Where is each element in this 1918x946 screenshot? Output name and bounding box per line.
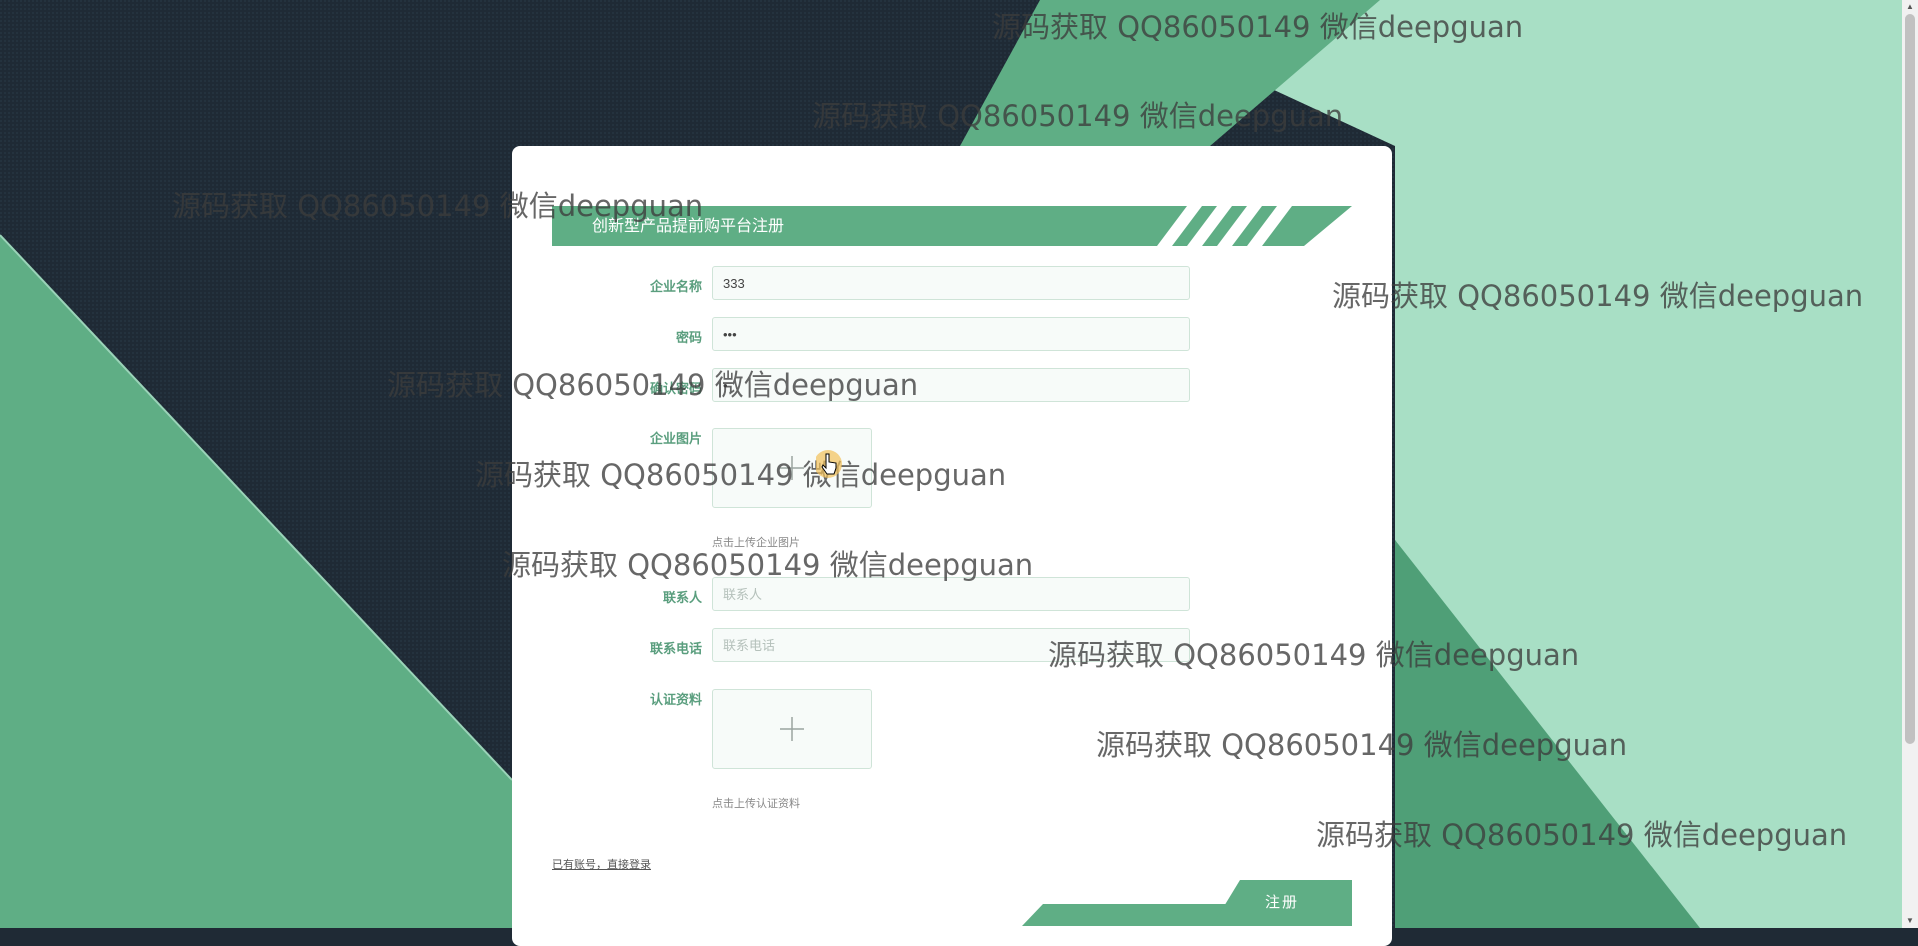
password-label: 密码	[675, 330, 702, 345]
register-card: 创新型产品提前购平台注册 企业名称 333 密码 ••• 确认密码 • 企业图片…	[512, 146, 1392, 946]
phone-label: 联系电话	[649, 641, 702, 656]
register-button-group: 注册	[1022, 880, 1352, 926]
password-input[interactable]: •••	[712, 317, 1190, 351]
scroll-thumb[interactable]	[1905, 14, 1915, 744]
form-title: 创新型产品提前购平台注册	[592, 216, 785, 235]
page-scrollbar[interactable]: ▲ ▼	[1902, 0, 1918, 928]
certification-uploader[interactable]	[712, 689, 872, 769]
scroll-up-arrow-icon[interactable]: ▲	[1902, 0, 1918, 14]
confirm-password-input[interactable]: •	[712, 368, 1190, 402]
confirm-password-label: 确认密码	[649, 381, 702, 396]
plus-icon	[780, 717, 804, 741]
company-name-label: 企业名称	[649, 279, 702, 294]
company-image-label: 企业图片	[649, 431, 702, 446]
company-image-uploader[interactable]	[712, 428, 872, 508]
phone-input[interactable]: 联系电话	[712, 628, 1190, 662]
plus-icon	[780, 456, 804, 480]
company-name-input[interactable]: 333	[712, 266, 1190, 300]
company-image-hint: 点击上传企业图片	[712, 537, 800, 549]
hand-cursor-icon	[816, 450, 842, 478]
login-link[interactable]: 已有账号，直接登录	[552, 856, 651, 872]
certification-label: 认证资料	[649, 692, 702, 707]
register-button[interactable]: 注册	[1212, 880, 1352, 926]
title-stripes-decoration	[1157, 206, 1292, 246]
contact-input[interactable]: 联系人	[712, 577, 1190, 611]
contact-label: 联系人	[662, 590, 702, 605]
scroll-down-arrow-icon[interactable]: ▼	[1902, 914, 1918, 928]
register-button-decoration	[1022, 904, 1232, 926]
certification-hint: 点击上传认证资料	[712, 798, 800, 810]
